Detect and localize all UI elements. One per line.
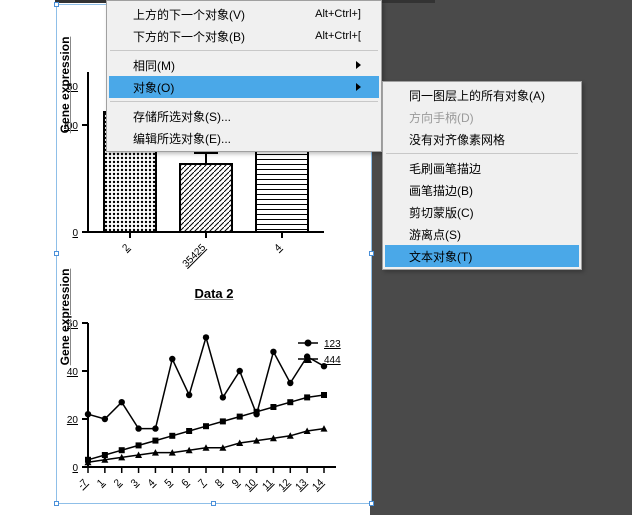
menu-item-label: 毛刷画笔描边 bbox=[409, 160, 481, 177]
menu-separator bbox=[110, 50, 378, 51]
svg-text:2: 2 bbox=[120, 242, 132, 254]
menu-item[interactable]: 没有对齐像素网格 bbox=[385, 128, 579, 150]
menu-item[interactable]: 同一图层上的所有对象(A) bbox=[385, 84, 579, 106]
submenu-arrow-icon bbox=[356, 61, 361, 69]
svg-text:9: 9 bbox=[230, 477, 242, 489]
y-axis-label: Gene expression bbox=[58, 268, 72, 365]
menu-item[interactable]: 画笔描边(B) bbox=[385, 179, 579, 201]
line-chart-svg: 0 20 40 60 123 444 -71234567891011121314 bbox=[64, 307, 364, 497]
svg-text:7: 7 bbox=[196, 477, 208, 489]
svg-text:40: 40 bbox=[67, 367, 79, 378]
menu-item[interactable]: 毛刷画笔描边 bbox=[385, 157, 579, 179]
menu-separator bbox=[386, 153, 578, 154]
svg-text:0: 0 bbox=[72, 228, 78, 239]
menu-shortcut: Alt+Ctrl+[ bbox=[315, 30, 361, 42]
svg-text:14: 14 bbox=[310, 477, 326, 493]
chart-title: Data 2 bbox=[64, 286, 364, 301]
selection-handle[interactable] bbox=[369, 501, 374, 506]
selection-handle[interactable] bbox=[54, 2, 59, 7]
menu-item[interactable]: 文本对象(T) bbox=[385, 245, 579, 267]
menu-item-label: 对象(O) bbox=[133, 79, 174, 96]
svg-text:-7: -7 bbox=[76, 477, 90, 491]
context-submenu[interactable]: 同一图层上的所有对象(A) 方向手柄(D) 没有对齐像素网格毛刷画笔描边画笔描边(B… bbox=[382, 81, 582, 270]
menu-item-label: 下方的下一个对象(B) bbox=[133, 28, 245, 45]
menu-item-label: 剪切蒙版(C) bbox=[409, 204, 474, 221]
svg-text:5: 5 bbox=[163, 477, 175, 489]
menu-item[interactable]: 编辑所选对象(E)... bbox=[109, 127, 379, 149]
svg-text:0: 0 bbox=[72, 463, 78, 474]
svg-text:123: 123 bbox=[324, 339, 341, 350]
menu-item[interactable]: 相同(M) bbox=[109, 54, 379, 76]
menu-item[interactable]: 存储所选对象(S)... bbox=[109, 105, 379, 127]
svg-text:12: 12 bbox=[277, 477, 293, 493]
svg-text:3: 3 bbox=[129, 477, 141, 489]
menu-item-label: 没有对齐像素网格 bbox=[409, 131, 505, 148]
menu-item[interactable]: 对象(O) bbox=[109, 76, 379, 98]
svg-text:35425: 35425 bbox=[181, 242, 209, 270]
y-axis-label: Gene expression bbox=[58, 37, 72, 134]
selection-handle[interactable] bbox=[54, 251, 59, 256]
menu-item-label: 同一图层上的所有对象(A) bbox=[409, 87, 545, 104]
menu-item-label: 编辑所选对象(E)... bbox=[133, 130, 231, 147]
line-chart[interactable]: Data 2 Gene expression 0 20 40 60 123 bbox=[64, 286, 364, 496]
menu-item-label: 存储所选对象(S)... bbox=[133, 108, 231, 125]
menu-item-label: 文本对象(T) bbox=[409, 248, 472, 265]
menu-item[interactable]: 剪切蒙版(C) bbox=[385, 201, 579, 223]
menu-item[interactable]: 下方的下一个对象(B) Alt+Ctrl+[ bbox=[109, 25, 379, 47]
menu-shortcut: Alt+Ctrl+] bbox=[315, 8, 361, 20]
menu-item-label: 游离点(S) bbox=[409, 226, 461, 243]
svg-text:11: 11 bbox=[260, 477, 275, 492]
menu-item-label: 相同(M) bbox=[133, 57, 175, 74]
svg-text:8: 8 bbox=[213, 477, 225, 489]
svg-text:20: 20 bbox=[67, 415, 79, 426]
svg-text:4: 4 bbox=[272, 242, 284, 254]
menu-separator bbox=[110, 101, 378, 102]
svg-text:4: 4 bbox=[146, 477, 158, 489]
svg-text:6: 6 bbox=[180, 477, 192, 489]
submenu-arrow-icon bbox=[356, 83, 361, 91]
context-menu[interactable]: 上方的下一个对象(V) Alt+Ctrl+] 下方的下一个对象(B) Alt+Ctrl… bbox=[106, 0, 382, 152]
menu-item[interactable]: 游离点(S) bbox=[385, 223, 579, 245]
selection-handle[interactable] bbox=[211, 501, 216, 506]
menu-item-label: 上方的下一个对象(V) bbox=[133, 6, 245, 23]
menu-item[interactable]: 上方的下一个对象(V) Alt+Ctrl+] bbox=[109, 3, 379, 25]
selection-handle[interactable] bbox=[369, 251, 374, 256]
svg-text:2: 2 bbox=[112, 477, 124, 489]
menu-item: 方向手柄(D) bbox=[385, 106, 579, 128]
svg-text:13: 13 bbox=[294, 477, 310, 493]
menu-item-label: 画笔描边(B) bbox=[409, 182, 473, 199]
selection-handle[interactable] bbox=[54, 501, 59, 506]
svg-text:1: 1 bbox=[95, 477, 107, 489]
svg-text:10: 10 bbox=[243, 477, 259, 493]
menu-item-label: 方向手柄(D) bbox=[409, 109, 474, 126]
